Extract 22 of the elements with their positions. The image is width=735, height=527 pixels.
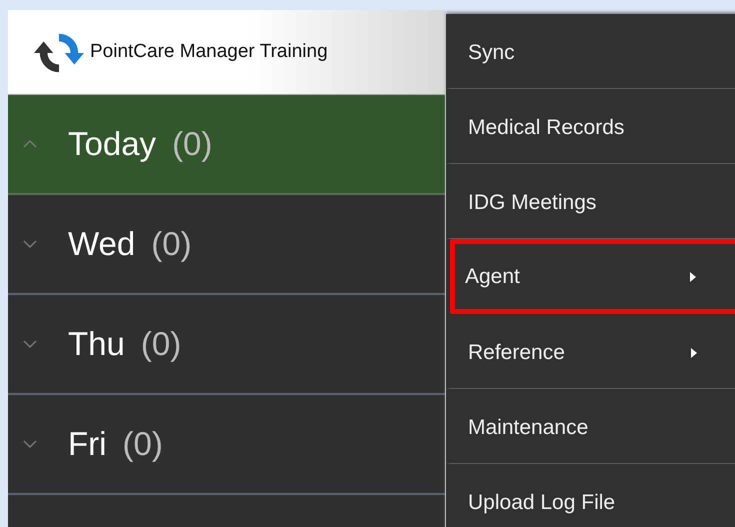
menu-item[interactable]: Medical Records — [446, 89, 735, 164]
day-count: (0) — [122, 425, 163, 463]
day-row[interactable]: Fri (0) — [8, 395, 445, 495]
menu-item[interactable]: Maintenance — [446, 389, 735, 464]
day-count: (0) — [172, 125, 212, 163]
day-count: (0) — [151, 225, 192, 263]
day-label: Thu — [68, 325, 125, 363]
day-label: Wed — [68, 225, 136, 263]
submenu-arrow-icon — [689, 270, 697, 282]
day-count: (0) — [140, 325, 182, 363]
menu-item[interactable]: Upload Log File — [446, 464, 735, 527]
menu-item[interactable]: IDG Meetings — [446, 164, 735, 239]
day-label: Today — [68, 125, 156, 163]
submenu-arrow-icon — [690, 347, 698, 359]
day-row[interactable]: Today (0) — [8, 95, 445, 195]
menu-item[interactable]: Agent — [450, 239, 735, 314]
day-label: Fri — [68, 425, 106, 463]
day-row[interactable]: Wed (0) — [8, 195, 445, 295]
menu-item[interactable]: Sync — [446, 14, 735, 89]
app-title: PointCare Manager Training — [90, 41, 328, 63]
menu-item[interactable]: Reference — [446, 314, 735, 389]
day-row[interactable]: Thu (0) — [8, 295, 445, 395]
